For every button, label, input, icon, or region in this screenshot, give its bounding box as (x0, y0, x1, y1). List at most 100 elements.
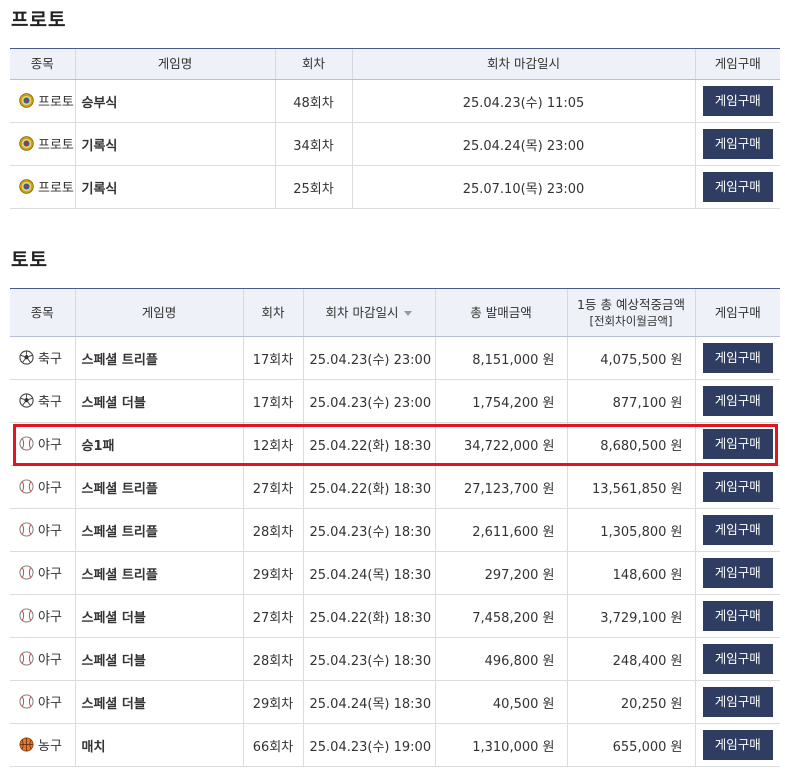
buy-cell: 게임구매 (694, 336, 780, 380)
round: 28회차 (242, 508, 303, 552)
buy-game-button[interactable]: 게임구매 (702, 129, 773, 159)
sport-cell: 야구 (10, 680, 75, 724)
header-first-prize-label: 1등 총 예상적중금액 (577, 296, 685, 312)
game-name: 스페셜 트리플 (74, 551, 243, 595)
deadline: 25.04.23(수) 18:30 (302, 637, 435, 681)
toto-section-title: 토토 (11, 249, 48, 271)
first-prize-amount: 13,561,850 원 (566, 465, 695, 509)
header-buy: 게임구매 (694, 288, 780, 337)
sport-cell: 야구 (10, 637, 75, 681)
game-name: 승1패 (74, 422, 243, 466)
toto-table-row: 야구 스페셜 더블 28회차 25.04.23(수) 18:30 496,800 원 24… (10, 637, 780, 681)
first-prize-amount: 148,600 원 (566, 551, 695, 595)
round: 25회차 (274, 165, 352, 209)
baseball-icon (19, 693, 34, 709)
buy-cell: 게임구매 (694, 379, 780, 423)
first-prize-amount: 655,000 원 (566, 723, 695, 767)
sport-cell: 축구 (10, 336, 75, 380)
round: 66회차 (242, 723, 303, 767)
deadline: 25.04.24(목) 18:30 (302, 551, 435, 595)
deadline: 25.04.23(수) 11:05 (351, 79, 695, 123)
buy-game-button[interactable]: 게임구매 (702, 343, 773, 373)
total-sales: 2,611,600 원 (434, 508, 567, 552)
header-round: 회차 (242, 288, 303, 337)
buy-cell: 게임구매 (694, 551, 780, 595)
basketball-icon (19, 737, 34, 752)
first-prize-amount: 248,400 원 (566, 637, 695, 681)
sport-label: 야구 (38, 652, 62, 668)
buy-game-button[interactable]: 게임구매 (702, 386, 773, 416)
round: 27회차 (242, 594, 303, 638)
sport-label: 프로토 (38, 94, 74, 110)
total-sales: 496,800 원 (434, 637, 567, 681)
buy-game-button[interactable]: 게임구매 (702, 172, 773, 202)
soccer-ball-icon (19, 349, 34, 365)
deadline: 25.04.24(목) 18:30 (302, 680, 435, 724)
round: 34회차 (274, 122, 352, 166)
sport-label: 프로토 (38, 137, 74, 153)
sport-label: 농구 (38, 738, 62, 754)
first-prize-amount: 3,729,100 원 (566, 594, 695, 638)
buy-game-button[interactable]: 게임구매 (702, 601, 773, 631)
sport-cell: 축구 (10, 379, 75, 423)
baseball-icon (19, 478, 34, 494)
deadline: 25.04.22(화) 18:30 (302, 465, 435, 509)
total-sales: 27,123,700 원 (434, 465, 567, 509)
proto-header-row: 종목 게임명 회차 회차 마감일시 게임구매 (10, 48, 780, 80)
sport-label: 축구 (38, 351, 62, 367)
sport-label: 야구 (38, 609, 62, 625)
sport-cell: 프로토 (10, 79, 75, 123)
first-prize-amount: 1,305,800 원 (566, 508, 695, 552)
deadline: 25.04.22(화) 18:30 (302, 594, 435, 638)
toto-table-row: 야구 스페셜 트리플 28회차 25.04.23(수) 18:30 2,611,600 … (10, 508, 780, 552)
baseball-icon (19, 435, 34, 451)
soccer-ball-icon (19, 392, 34, 408)
buy-cell: 게임구매 (694, 637, 780, 681)
header-game-name: 게임명 (74, 48, 275, 80)
buy-game-button[interactable]: 게임구매 (702, 730, 773, 760)
sport-cell: 야구 (10, 422, 75, 466)
header-sport: 종목 (10, 48, 75, 80)
round: 29회차 (242, 551, 303, 595)
buy-game-button[interactable]: 게임구매 (702, 644, 773, 674)
sport-label: 야구 (38, 437, 62, 453)
deadline: 25.04.23(수) 23:00 (302, 379, 435, 423)
toto-table-row: 야구 스페셜 더블 29회차 25.04.24(목) 18:30 40,500 원 20,… (10, 680, 780, 724)
game-name: 스페셜 더블 (74, 379, 243, 423)
game-name: 스페셜 더블 (74, 594, 243, 638)
sport-cell: 야구 (10, 551, 75, 595)
sport-label: 야구 (38, 523, 62, 539)
toto-game-table: 종목 게임명 회차 회차 마감일시 총 발매금액 1등 총 예상적중금액 [전회차… (10, 288, 780, 767)
deadline: 25.07.10(목) 23:00 (351, 165, 695, 209)
baseball-icon (19, 607, 34, 623)
deadline: 25.04.23(수) 18:30 (302, 508, 435, 552)
target-icon (19, 92, 34, 108)
proto-game-table: 종목 게임명 회차 회차 마감일시 게임구매 프로토 승부식 48회차 25.04.2… (10, 48, 780, 209)
buy-game-button[interactable]: 게임구매 (702, 429, 773, 459)
deadline: 25.04.24(목) 23:00 (351, 122, 695, 166)
round: 12회차 (242, 422, 303, 466)
first-prize-amount: 877,100 원 (566, 379, 695, 423)
buy-game-button[interactable]: 게임구매 (702, 515, 773, 545)
target-icon (19, 178, 34, 194)
game-name: 매치 (74, 723, 243, 767)
total-sales: 7,458,200 원 (434, 594, 567, 638)
total-sales: 34,722,000 원 (434, 422, 567, 466)
header-deadline: 회차 마감일시 (351, 48, 695, 80)
header-deadline-sortable[interactable]: 회차 마감일시 (302, 288, 435, 337)
buy-game-button[interactable]: 게임구매 (702, 472, 773, 502)
round: 27회차 (242, 465, 303, 509)
proto-table-row: 프로토 기록식 25회차 25.07.10(목) 23:00 게임구매 (10, 165, 780, 209)
proto-table-row: 프로토 기록식 34회차 25.04.24(목) 23:00 게임구매 (10, 122, 780, 166)
game-name: 기록식 (74, 122, 275, 166)
buy-game-button[interactable]: 게임구매 (702, 558, 773, 588)
round: 29회차 (242, 680, 303, 724)
sport-cell: 프로토 (10, 165, 75, 209)
buy-game-button[interactable]: 게임구매 (702, 86, 773, 116)
sport-label: 프로토 (38, 180, 74, 196)
total-sales: 297,200 원 (434, 551, 567, 595)
proto-section-title: 프로토 (11, 9, 67, 31)
sort-down-icon[interactable] (404, 310, 413, 316)
total-sales: 1,754,200 원 (434, 379, 567, 423)
buy-game-button[interactable]: 게임구매 (702, 687, 773, 717)
